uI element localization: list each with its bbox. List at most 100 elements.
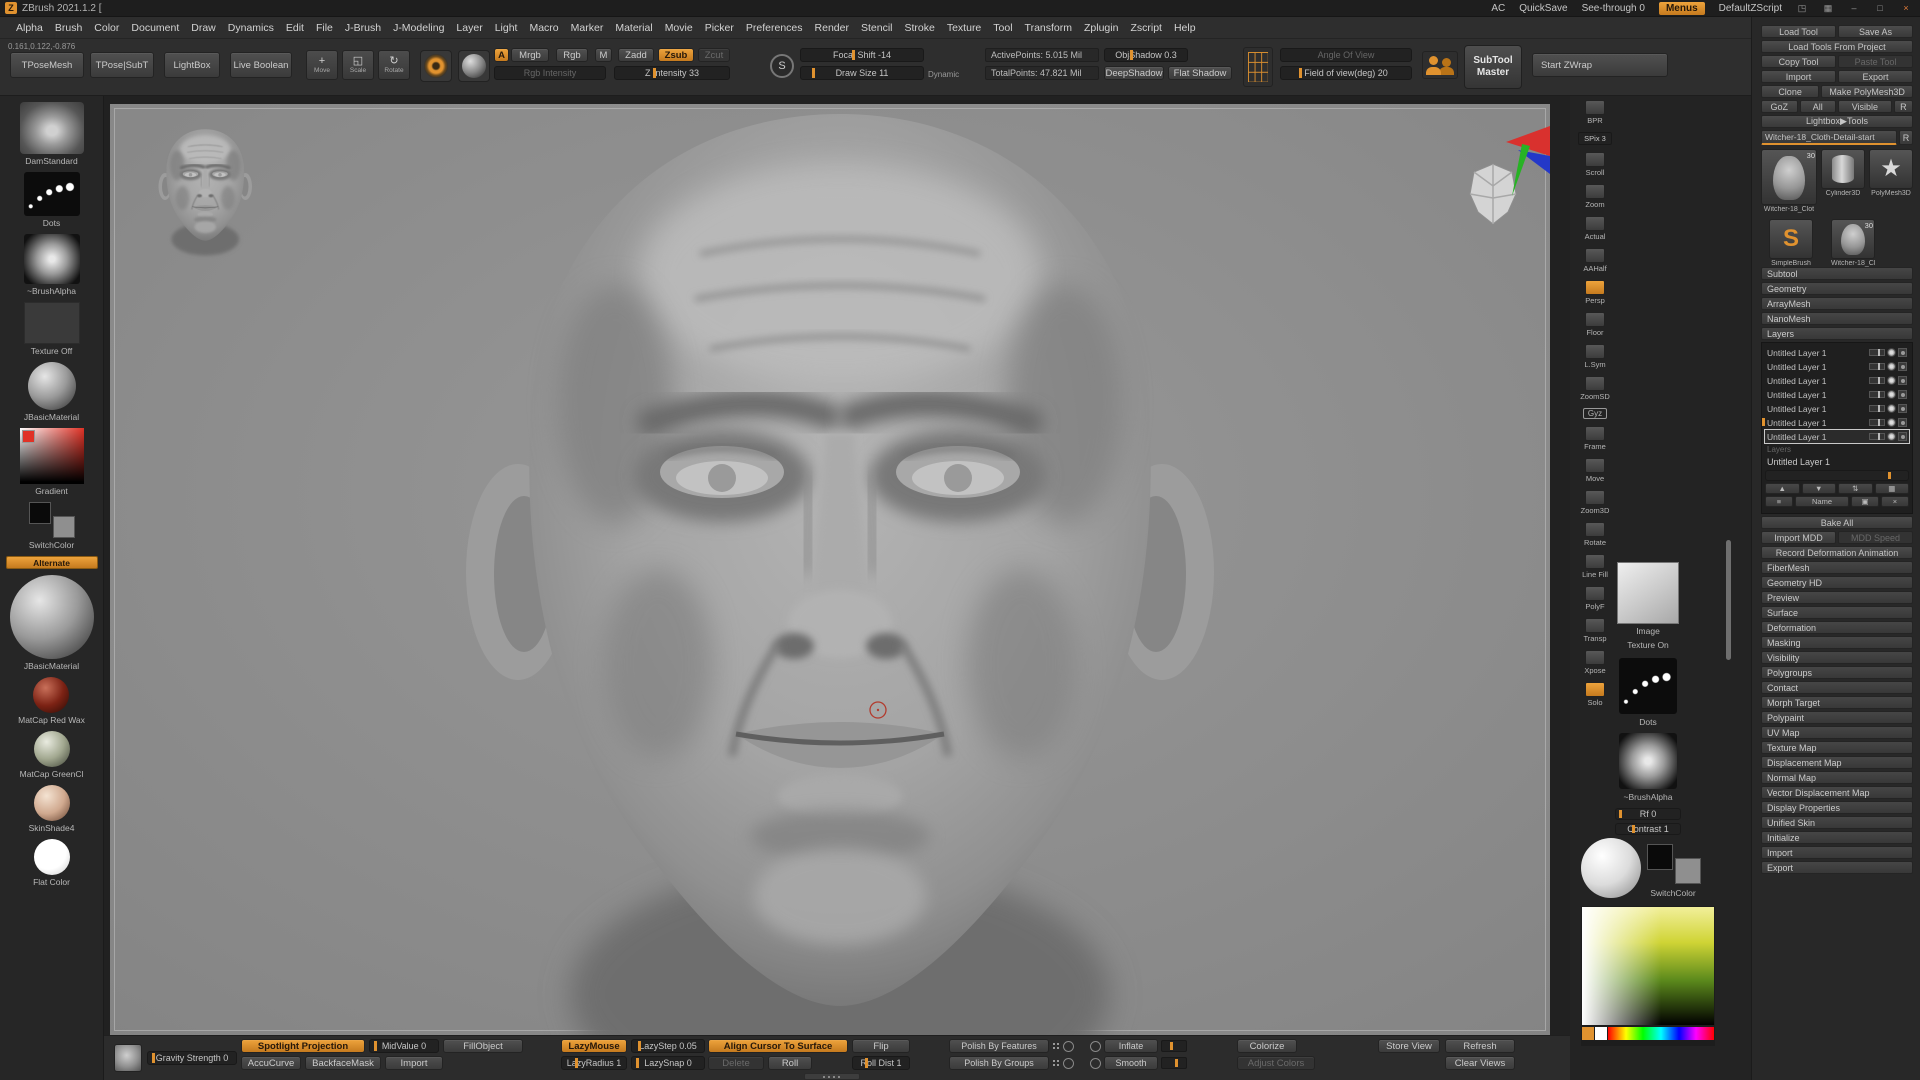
strip-button[interactable]: L.Sym (1578, 344, 1612, 369)
alternate-row[interactable]: Alternate (6, 556, 98, 569)
texture-on-toggle[interactable]: Texture On (1607, 640, 1689, 650)
palette-section-header[interactable]: Geometry HD (1761, 576, 1913, 589)
main-color-swatch[interactable] (1647, 844, 1673, 870)
menu-item[interactable]: Layer (450, 20, 488, 36)
anchor-toggle[interactable]: A (494, 48, 509, 62)
rotate-button[interactable]: ↻Rotate (378, 50, 410, 80)
palette-section-header[interactable]: Polypaint (1761, 711, 1913, 724)
menu-item[interactable]: Alpha (10, 20, 49, 36)
layer-strength-slider[interactable] (1869, 391, 1885, 398)
primary-color-swatch[interactable] (29, 502, 51, 524)
layer-record-icon[interactable] (1898, 348, 1907, 357)
strip-button[interactable]: SPix 3 (1578, 132, 1612, 145)
import-mdd-button[interactable]: Import MDD (1761, 531, 1836, 544)
layer-record-icon[interactable] (1898, 418, 1907, 427)
quicksave-button[interactable]: QuickSave (1519, 3, 1567, 14)
strip-button[interactable]: Persp (1578, 280, 1612, 305)
active-tool-name[interactable]: Witcher-18_Cloth-Detail-start (1761, 130, 1897, 145)
palette-section-header[interactable]: Import (1761, 846, 1913, 859)
active-color-chip[interactable] (1582, 1027, 1594, 1040)
lazystep-slider[interactable]: LazyStep 0.05 (631, 1039, 705, 1053)
angle-of-view-slider[interactable]: Angle Of View (1280, 48, 1412, 62)
polish-by-groups-button[interactable]: Polish By Groups (949, 1056, 1049, 1070)
palette-section-header[interactable]: ArrayMesh (1761, 297, 1913, 310)
palette-section-header[interactable]: Normal Map (1761, 771, 1913, 784)
texture-image-thumb[interactable] (1617, 562, 1679, 624)
layer-intensity-slider[interactable] (1765, 470, 1909, 481)
colorize-button[interactable]: Colorize (1237, 1039, 1297, 1053)
tool-restore-button[interactable]: R (1899, 130, 1913, 145)
secondary-color-swatch[interactable] (53, 516, 75, 538)
midvalue-slider[interactable]: MidValue 0 (369, 1039, 439, 1053)
menu-item[interactable]: Dynamics (222, 20, 280, 36)
accucurve-button[interactable]: AccuCurve (241, 1056, 301, 1070)
maximize-icon[interactable]: □ (1874, 3, 1886, 13)
palette-section-header[interactable]: Morph Target (1761, 696, 1913, 709)
spotlight-projection-button[interactable]: Spotlight Projection (241, 1039, 365, 1053)
palette-section-header[interactable]: Contact (1761, 681, 1913, 694)
palette-section-header[interactable]: Geometry (1761, 282, 1913, 295)
mdd-speed-slider[interactable]: MDD Speed (1838, 531, 1913, 544)
record-deformation-button[interactable]: Record Deformation Animation (1761, 546, 1913, 559)
polish-by-features-button[interactable]: Polish By Features (949, 1039, 1049, 1053)
obj-shadow-slider[interactable]: ObjShadow 0.3 (1104, 48, 1188, 62)
sv-picker[interactable] (20, 428, 84, 484)
menu-item[interactable]: Color (88, 20, 125, 36)
layer-strength-slider[interactable] (1869, 419, 1885, 426)
rgb-intensity-slider[interactable]: Rgb Intensity (494, 66, 606, 80)
palette-section-header[interactable]: Displacement Map (1761, 756, 1913, 769)
menu-item[interactable]: Transform (1019, 20, 1078, 36)
see-through-slider[interactable]: See-through 0 (1582, 3, 1645, 14)
color-gradient-picker[interactable]: Gradient (20, 428, 84, 496)
export-tool-button[interactable]: Export (1838, 70, 1913, 83)
smooth-button[interactable]: Smooth (1104, 1056, 1158, 1070)
ac-button[interactable]: AC (1491, 3, 1505, 14)
menu-item[interactable]: Zplugin (1078, 20, 1124, 36)
smooth-mini-slider[interactable] (1161, 1057, 1187, 1069)
white-color-chip[interactable] (1595, 1027, 1607, 1040)
layer-down-button[interactable]: ▼ (1802, 483, 1837, 494)
brush-selector[interactable]: DamStandard (20, 102, 84, 166)
layer-strength-slider[interactable] (1869, 405, 1885, 412)
alpha-selector[interactable]: ~BrushAlpha (24, 234, 80, 296)
pin-icon[interactable]: ◳ (1796, 3, 1808, 14)
menu-item[interactable]: J-Modeling (387, 20, 450, 36)
draw-size-slider[interactable]: Draw Size 11 (800, 66, 924, 80)
layer-visibility-icon[interactable] (1887, 404, 1896, 413)
menu-item[interactable]: Render (809, 20, 855, 36)
start-zwrap-button[interactable]: Start ZWrap (1532, 53, 1668, 77)
strip-button[interactable]: Move (1578, 458, 1612, 483)
clone-button[interactable]: Clone (1761, 85, 1819, 98)
palette-section-header[interactable]: Surface (1761, 606, 1913, 619)
menus-button[interactable]: Menus (1659, 2, 1705, 15)
palette-section-header[interactable]: NanoMesh (1761, 312, 1913, 325)
layer-row[interactable]: Untitled Layer 1 (1765, 402, 1909, 415)
tool-thumb-witcher[interactable]: 30 Witcher-18_Clot (1831, 219, 1875, 267)
material-selector[interactable]: JBasicMaterial (24, 362, 79, 422)
m-toggle[interactable]: M (595, 48, 612, 62)
polish-features-mini-slider[interactable] (1052, 1041, 1060, 1052)
field-of-view-slider[interactable]: Field of view(deg) 20 (1280, 66, 1412, 80)
layer-duplicate-button[interactable]: ▣ (1851, 496, 1879, 507)
rf-slider[interactable]: Rf 0 (1615, 808, 1681, 820)
layer-record-icon[interactable] (1898, 390, 1907, 399)
layer-row[interactable]: Untitled Layer 1 (1765, 416, 1909, 429)
shelf-drag-handle[interactable] (804, 1073, 860, 1080)
menu-item[interactable]: Zscript (1124, 20, 1168, 36)
flip-button[interactable]: Flip (852, 1039, 910, 1053)
flat-color[interactable]: Flat Color (33, 839, 70, 887)
stroke-curve-icon[interactable]: S (770, 54, 794, 78)
polish-groups-mini-slider[interactable] (1052, 1058, 1060, 1069)
menu-item[interactable]: File (310, 20, 339, 36)
layer-new-button[interactable]: ▦ (1875, 483, 1910, 494)
layer-visibility-icon[interactable] (1887, 418, 1896, 427)
palette-section-header[interactable]: Export (1761, 861, 1913, 874)
layer-record-icon[interactable] (1898, 362, 1907, 371)
adjust-colors-button[interactable]: Adjust Colors (1237, 1056, 1315, 1070)
current-color-swatch[interactable] (22, 430, 35, 443)
menu-item[interactable]: Picker (699, 20, 740, 36)
palette-section-header[interactable]: Polygroups (1761, 666, 1913, 679)
save-as-button[interactable]: Save As (1838, 25, 1913, 38)
layer-delete-button[interactable]: × (1881, 496, 1909, 507)
stroke-dots-thumb[interactable] (1619, 658, 1677, 714)
